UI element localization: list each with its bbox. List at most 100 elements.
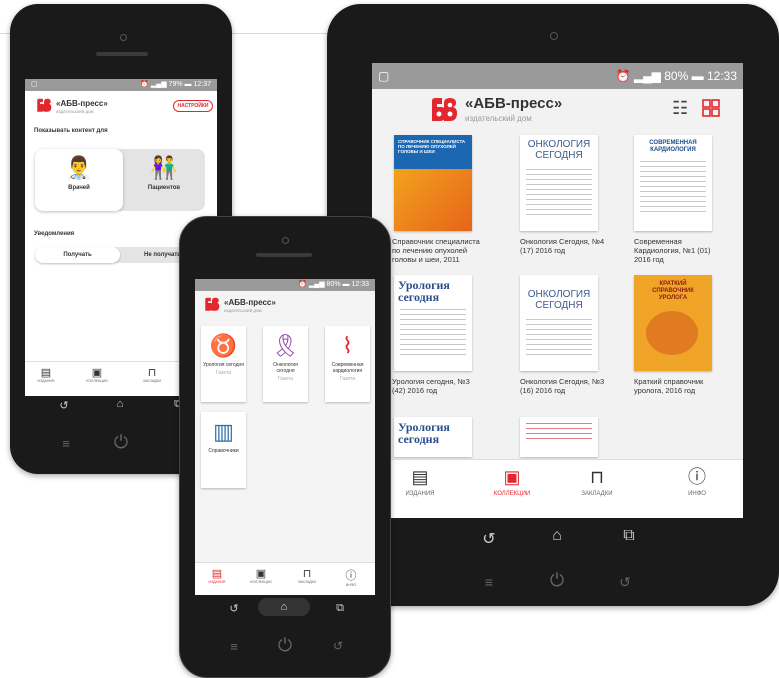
notifications-label: Уведомления [34, 231, 75, 237]
recent-apps-button[interactable]: ⧉ [332, 602, 348, 615]
menu-button[interactable]: ≡ [479, 574, 499, 590]
alarm-icon: ⏰ [298, 281, 307, 288]
tab-info[interactable]: ⓘ ИНФО [657, 466, 737, 497]
tab-bookmarks[interactable]: ⊓ ЗАКЛАДКИ [287, 567, 327, 584]
tablet-device: ▢ ⏰ ▂▄▆ 80% ▬ 12:33 «АБВ-пресс» издатель… [327, 4, 779, 606]
cover-item[interactable]: Урология сегодня [394, 275, 472, 371]
alarm-icon: ⏰ [140, 81, 149, 88]
cover-item[interactable]: ОНКОЛОГИЯ СЕГОДНЯ [520, 275, 598, 371]
tab-collections[interactable]: ▣ КОЛЛЕКЦИИ [77, 366, 117, 383]
collections-icon: ▣ [255, 568, 267, 580]
ribbon-icon: 🎗 [271, 333, 300, 358]
heartbeat-icon: ⌇ [342, 333, 353, 358]
cover-caption: Онкология Сегодня, №3 (16) 2016 год [520, 377, 605, 395]
cover-caption: Онкология Сегодня, №4 (17) 2016 год [520, 237, 605, 255]
power-button[interactable]: ⏻ [274, 635, 296, 656]
cover-title: ОНКОЛОГИЯ СЕГОДНЯ [527, 289, 591, 311]
status-time: 12:37 [193, 81, 211, 88]
brand-name: «АБВ-пресс» [56, 99, 108, 108]
signal-icon: ▂▄▆ [308, 281, 325, 288]
cover-item[interactable]: Урология сегодня [394, 417, 472, 457]
cover-title: Урология сегодня [398, 420, 450, 446]
status-bar: ▢ ⏰ ▂▄▆ 79% ▬ 12:37 [25, 79, 217, 91]
list-view-icon[interactable]: ☷ [672, 99, 690, 117]
cover-title: СОВРЕМЕННАЯ КАРДИОЛОГИЯ [649, 140, 697, 153]
notify-on[interactable]: Получать [35, 247, 120, 263]
collections-icon: ▣ [503, 467, 521, 487]
cover-item[interactable]: СОВРЕМЕННАЯ КАРДИОЛОГИЯ [634, 135, 712, 231]
menu-button[interactable]: ≡ [226, 639, 242, 654]
grid-view-icon[interactable] [702, 99, 720, 117]
cover-item[interactable]: ОНКОЛОГИЯ СЕГОДНЯ [520, 135, 598, 231]
recent-apps-button[interactable]: ⧉ [617, 527, 641, 545]
cover-title: СПРАВОЧНИК СПЕЦИАЛИСТА ПО ЛЕЧЕНИЮ ОПУХОЛ… [398, 139, 466, 154]
tile-oncology[interactable]: 🎗 Онкология сегодня Газета [263, 326, 308, 402]
notification-icon: ▢ [378, 69, 390, 83]
battery-icon: ▬ [342, 281, 350, 288]
signal-icon: ▂▄▆ [633, 69, 661, 83]
cover-item[interactable]: КРАТКИЙ СПРАВОЧНИК УРОЛОГА [634, 275, 712, 371]
cover-item[interactable]: СПРАВОЧНИК СПЕЦИАЛИСТА ПО ЛЕЧЕНИЮ ОПУХОЛ… [394, 135, 472, 231]
tile-handbooks[interactable]: ▥ Справочники [201, 412, 246, 488]
tab-editions[interactable]: ▤ ИЗДАНИЯ [29, 366, 63, 383]
collections-icon: ▣ [91, 367, 103, 379]
tab-bookmarks[interactable]: ⊓ ЗАКЛАДКИ [557, 466, 637, 497]
back-soft-button[interactable]: ↺ [615, 574, 635, 591]
audience-doctors[interactable]: 👨‍⚕️ Врачей [35, 149, 123, 211]
back-button[interactable]: ↺ [477, 529, 501, 549]
phone-speaker [96, 52, 148, 56]
cover-title: ОНКОЛОГИЯ СЕГОДНЯ [527, 139, 591, 161]
bookmark-icon: ⊓ [147, 367, 157, 379]
battery-percent: 80% [326, 281, 341, 288]
power-button[interactable]: ⏻ [110, 432, 132, 453]
tab-collections[interactable]: ▣ КОЛЛЕКЦИИ [472, 466, 552, 497]
power-button[interactable]: ⏻ [545, 570, 569, 591]
phone-camera [282, 237, 289, 244]
status-bar: ▢ ⏰ ▂▄▆ 80% ▬ 12:33 [372, 63, 743, 89]
phone-speaker [256, 253, 312, 257]
bottom-tab-bar: ▤ ИЗДАНИЯ ▣ КОЛЛЕКЦИИ ⊓ ЗАКЛАДКИ ⓘ ИНФО [372, 459, 743, 518]
alarm-icon: ⏰ [615, 69, 631, 83]
battery-icon: ▬ [691, 69, 704, 83]
home-button[interactable]: ⌂ [258, 598, 310, 616]
cover-item[interactable] [520, 417, 598, 457]
back-button[interactable]: ↺ [226, 602, 242, 615]
cover-title: Урология сегодня [398, 278, 450, 304]
tile-urology[interactable]: ♉ Урология сегодня Газета [201, 326, 246, 402]
tab-info[interactable]: ⓘ ИНФО [333, 567, 369, 587]
status-bar: ⏰ ▂▄▆ 80% ▬ 12:33 [195, 279, 375, 291]
brand-name: «АБВ-пресс» [465, 95, 563, 112]
show-content-label: Показывать контент для [34, 128, 108, 134]
tab-editions[interactable]: ▤ ИЗДАНИЯ [199, 567, 235, 584]
phone-camera [120, 34, 127, 41]
cover-caption: Современная Кардиология, №1 (01) 2016 го… [634, 237, 711, 264]
phone-catalog-device: ⏰ ▂▄▆ 80% ▬ 12:33 «АБВ-пресс» издательск… [179, 216, 391, 678]
brand-name: «АБВ-пресс» [224, 298, 276, 307]
abv-logo-icon [205, 297, 220, 311]
editions-icon: ▤ [211, 568, 223, 580]
audience-patients[interactable]: 👫 Пациентов [123, 149, 205, 211]
bookmark-icon: ⊓ [302, 568, 312, 580]
tab-collections[interactable]: ▣ КОЛЛЕКЦИИ [241, 567, 281, 584]
signal-icon: ▂▄▆ [150, 81, 167, 88]
settings-button[interactable]: НАСТРОЙКИ [173, 100, 213, 112]
cover-caption: Урология сегодня, №3 (42) 2016 год [392, 377, 470, 395]
menu-button[interactable]: ≡ [58, 436, 74, 451]
catalog-screen: ⏰ ▂▄▆ 80% ▬ 12:33 «АБВ-пресс» издательск… [195, 279, 375, 595]
tab-editions[interactable]: ▤ ИЗДАНИЯ [380, 466, 460, 497]
status-time: 12:33 [706, 69, 737, 83]
tablet-camera [550, 32, 558, 40]
status-time: 12:33 [351, 281, 369, 288]
back-button[interactable]: ↺ [56, 399, 72, 412]
cover-caption: Краткий справочник уролога, 2016 год [634, 377, 704, 395]
tab-bookmarks[interactable]: ⊓ ЗАКЛАДКИ [133, 366, 171, 383]
brand-subtitle: издательский дом [56, 109, 94, 114]
home-button[interactable]: ⌂ [112, 398, 128, 410]
home-button[interactable]: ⌂ [545, 527, 569, 545]
bookmark-icon: ⊓ [589, 467, 605, 487]
battery-percent: 79% [168, 81, 183, 88]
tile-cardiology[interactable]: ⌇ Современная кардиология Газета [325, 326, 370, 402]
battery-percent: 80% [664, 69, 689, 83]
back-soft-button[interactable]: ↺ [330, 639, 346, 653]
books-icon: ▥ [213, 419, 234, 444]
